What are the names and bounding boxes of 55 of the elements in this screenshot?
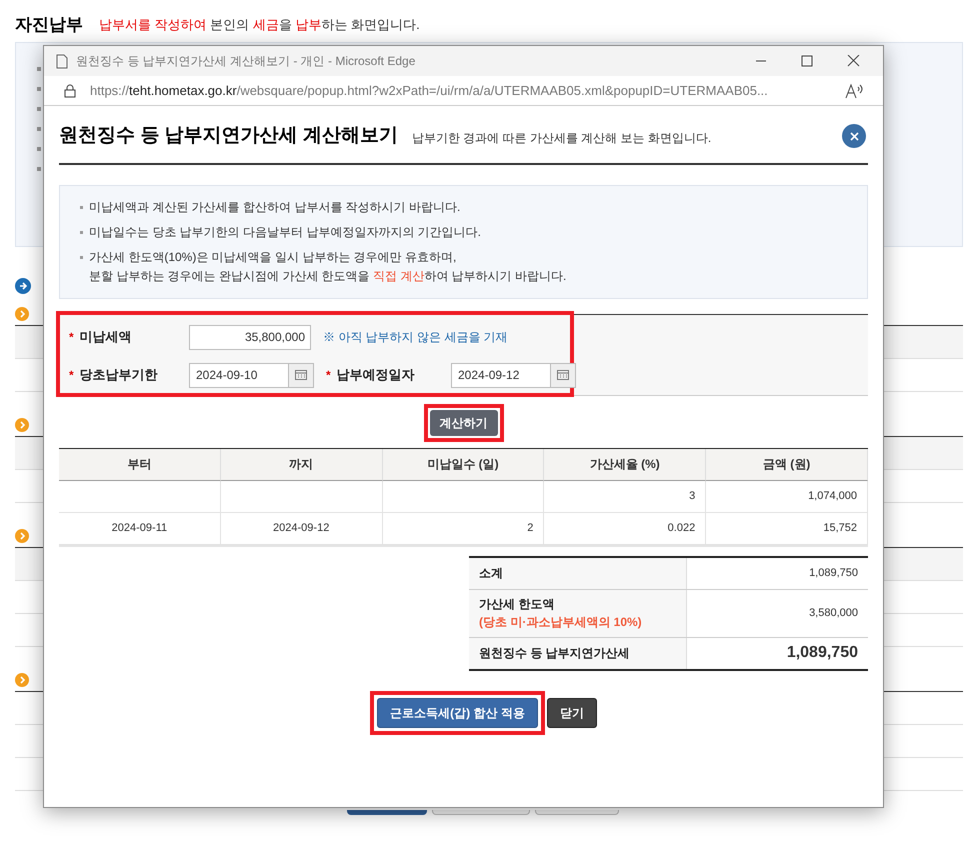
notice-text: 가산세 한도액(10%)은 미납세액을 일시 납부하는 경우에만 유효하며, 분할 납부하는 경우에는 완납시점에 가산세 한도액을 직접 계산하여 납부하시기 바랍니다. xyxy=(89,248,566,284)
required-mark: * xyxy=(69,369,74,381)
bullet-icon xyxy=(37,107,41,111)
window-title: 원천징수 등 납부지연가산세 계산해보기 - 개인 - Microsoft Edge xyxy=(76,53,416,70)
bullet-icon xyxy=(80,206,83,208)
calendar-button[interactable] xyxy=(289,362,314,388)
popup-title: 원천징수 등 납부지연가산세 계산해보기 xyxy=(59,124,398,148)
column-header: 까지 xyxy=(220,448,383,480)
notice-text: 미납세액과 계산된 가산세를 합산하여 납부서를 작성하시기 바랍니다. xyxy=(89,198,460,216)
calendar-icon xyxy=(557,370,569,380)
date-field[interactable]: 2024-09-12 xyxy=(451,362,551,388)
column-header: 부터 xyxy=(59,448,221,480)
amount-field[interactable]: 35,800,000 xyxy=(189,324,311,350)
calculate-button[interactable]: 계산하기 xyxy=(430,410,498,436)
calendar-icon xyxy=(295,370,307,380)
calendar-button[interactable] xyxy=(551,362,576,388)
date-field[interactable]: 2024-09-10 xyxy=(189,362,289,388)
bullet-icon xyxy=(37,87,41,91)
summary-note: (당초 미·과소납부세액의 10%) xyxy=(479,614,643,631)
close-button[interactable]: 닫기 xyxy=(546,698,597,728)
summary-label: 원천징수 등 납부지연가산세 xyxy=(479,645,631,662)
summary-label: 가산세 한도액 xyxy=(479,596,556,613)
bullet-icon xyxy=(37,127,41,131)
popup-subtitle: 납부기한 경과에 따른 가산세를 계산해 보는 화면입니다. xyxy=(412,130,712,148)
page-subtitle: 납부서를 작성하여 본인의 세금을 납부하는 화면입니다. xyxy=(99,16,420,34)
bullet-icon xyxy=(37,167,41,171)
read-aloud-icon[interactable] xyxy=(845,82,863,98)
bullet-icon xyxy=(37,147,41,151)
table-cell: 3 xyxy=(544,480,706,512)
column-header: 금액 (원) xyxy=(706,448,868,480)
url-text: https://teht.hometax.go.kr/websquare/popup.html?w2xPath=/ui/rm/a/a/UTERMAAB05.xml&popupID=UTERMAAB05... xyxy=(90,82,769,100)
close-button[interactable] xyxy=(842,124,866,148)
close-icon xyxy=(850,132,858,141)
lock-icon xyxy=(64,84,76,98)
page-icon xyxy=(56,54,68,68)
field-label: 미납세액 xyxy=(80,328,132,346)
summary-value: 1,089,750 xyxy=(809,566,858,581)
page-title: 자진납부 xyxy=(15,14,83,36)
required-mark: * xyxy=(326,369,331,381)
bullet-icon xyxy=(80,256,83,258)
bullet-icon xyxy=(37,67,41,71)
address-bar[interactable]: https://teht.hometax.go.kr/websquare/popup.html?w2xPath=/ui/rm/a/a/UTERMAAB05.xml&popupID=UTERMAAB05... xyxy=(44,76,883,106)
summary-value: 3,580,000 xyxy=(809,606,858,621)
field-label: 납부예정일자 xyxy=(336,366,415,384)
column-header: 미납일수 (일) xyxy=(382,448,544,480)
column-header: 가산세율 (%) xyxy=(544,448,706,480)
field-label: 당초납부기한 xyxy=(80,366,158,384)
required-mark: * xyxy=(69,331,74,343)
apply-button[interactable]: 근로소득세(갑) 합산 적용 xyxy=(377,698,538,728)
notice-text: 미납일수는 당초 납부기한의 다음날부터 납부예정일자까지의 기간입니다. xyxy=(89,224,482,240)
hint-text: ※ 아직 납부하지 않은 세금을 기재 xyxy=(323,329,508,346)
summary-value: 1,089,750 xyxy=(786,643,858,663)
bullet-icon xyxy=(80,230,83,234)
table-cell: 1,074,000 xyxy=(706,480,868,512)
summary-label: 소계 xyxy=(479,565,504,582)
